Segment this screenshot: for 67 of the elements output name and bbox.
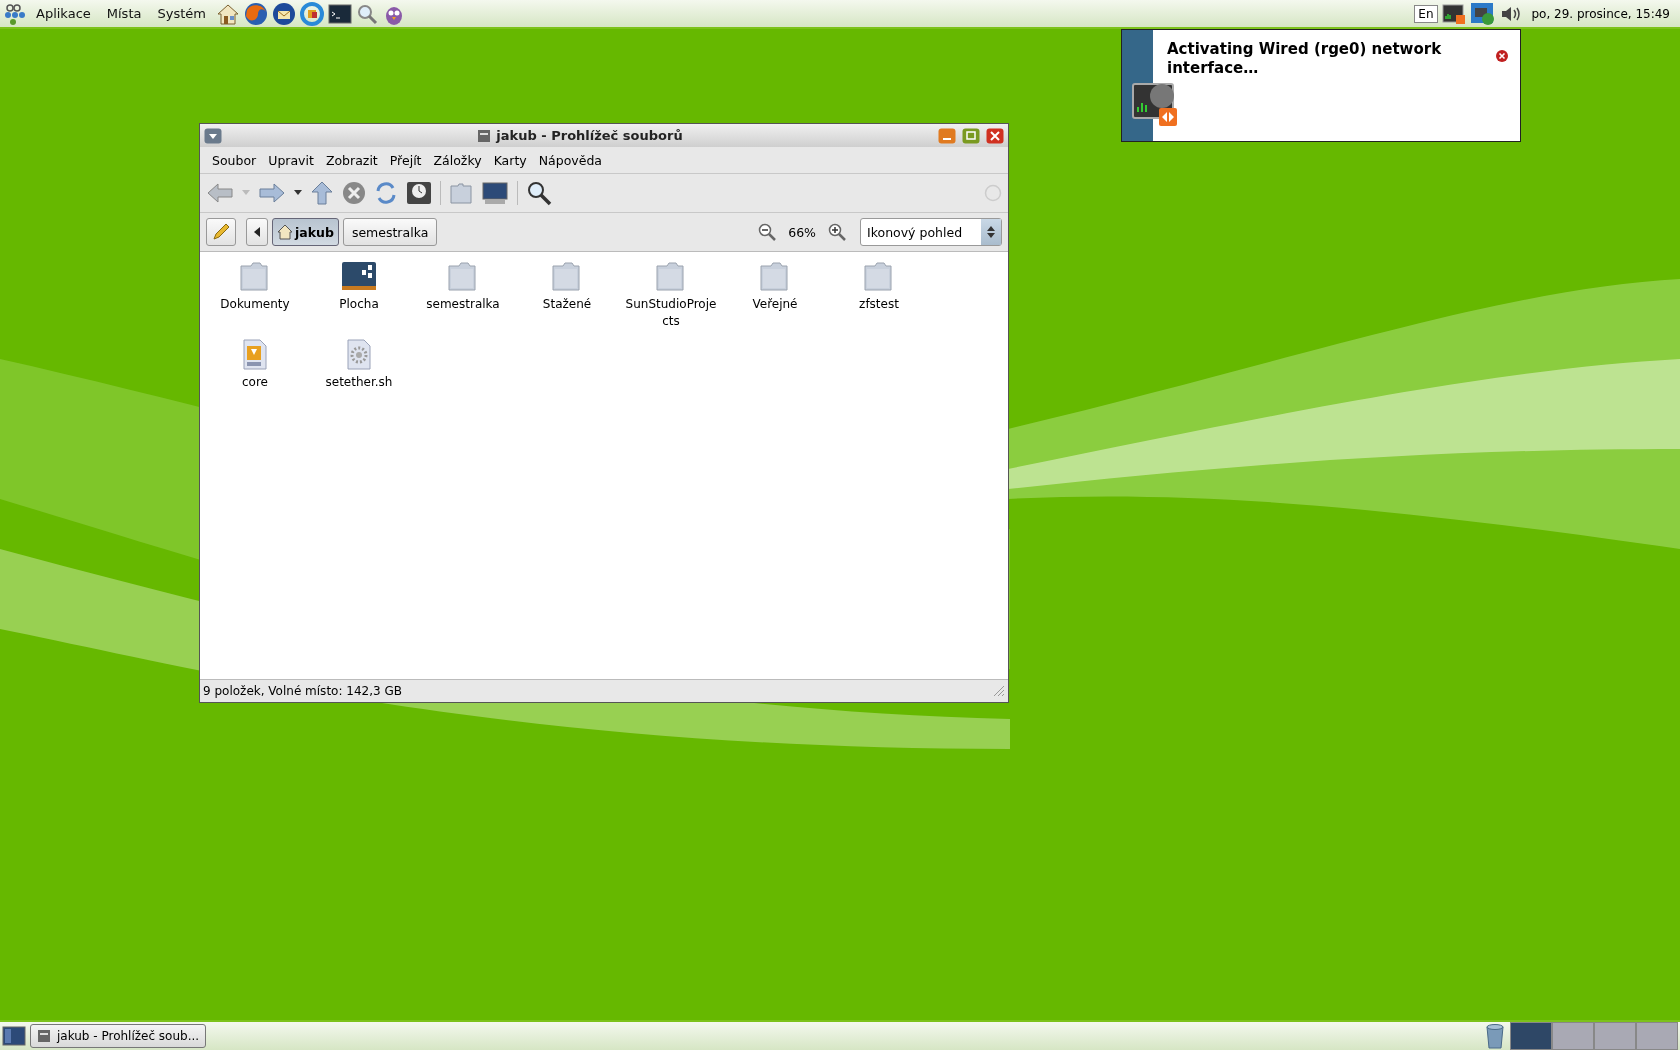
path-back-button[interactable] <box>246 218 268 246</box>
network-monitor-icon <box>1132 82 1178 128</box>
zoom-in-icon[interactable] <box>828 223 846 241</box>
spinner-icon <box>984 184 1002 202</box>
status-text: 9 položek, Volné místo: 142,3 GB <box>203 684 402 698</box>
logo-icon[interactable] <box>4 2 26 25</box>
path-button[interactable]: jakub <box>272 218 339 246</box>
terminal-icon[interactable] <box>327 2 352 25</box>
network-connected-icon[interactable] <box>1469 1 1496 26</box>
forward-arrow-icon[interactable] <box>258 181 286 205</box>
network-monitor-icon[interactable] <box>1441 2 1466 25</box>
pencil-icon <box>211 222 231 242</box>
menu-item[interactable]: Přejít <box>383 152 428 168</box>
back-arrow-icon[interactable] <box>206 181 234 205</box>
close-icon[interactable] <box>986 127 1004 144</box>
panel-menu[interactable]: Systém <box>151 6 212 21</box>
panel-menu[interactable]: Aplikace <box>30 6 97 21</box>
maximize-icon[interactable] <box>962 127 980 144</box>
file-name[interactable]: Plocha <box>311 296 407 313</box>
menu-item[interactable]: Zobrazit <box>319 152 384 168</box>
stop-icon[interactable] <box>342 181 366 205</box>
home-icon <box>277 224 293 240</box>
resize-grip-icon[interactable] <box>993 685 1005 697</box>
menu-item[interactable]: Karty <box>487 152 533 168</box>
panel-menu[interactable]: Místa <box>100 6 148 21</box>
zoom-out-icon[interactable] <box>758 223 777 241</box>
show-desktop-icon[interactable] <box>2 1025 26 1047</box>
file-name[interactable]: zfstest <box>831 296 927 313</box>
cabinet-icon <box>37 1029 51 1043</box>
workspace-thumbnail[interactable] <box>1636 1022 1678 1050</box>
menu-item[interactable]: Soubor <box>206 152 263 168</box>
taskbar-button[interactable]: jakub - Prohlížeč soub... <box>30 1024 206 1048</box>
workspace-thumbnail[interactable] <box>1552 1022 1594 1050</box>
trash-icon[interactable] <box>1484 1023 1506 1049</box>
clock[interactable]: po, 29. prosince, 15:49 <box>1525 6 1676 21</box>
dropdown-caret-icon[interactable] <box>294 190 302 196</box>
up-arrow-icon[interactable] <box>310 180 334 206</box>
left-caret-icon <box>254 227 260 237</box>
file-name[interactable]: core <box>207 374 303 391</box>
update-icon[interactable] <box>299 1 324 26</box>
workspace-thumbnail[interactable] <box>1510 1022 1552 1050</box>
file-name[interactable]: Dokumenty <box>207 296 303 313</box>
computer-icon[interactable] <box>481 181 509 205</box>
close-icon[interactable] <box>1496 50 1508 62</box>
menu-item[interactable]: Záložky <box>427 152 488 168</box>
file-name[interactable]: setether.sh <box>311 374 407 391</box>
notification-message: Activating Wired (rge0) network interface… <box>1167 40 1443 78</box>
path-button[interactable]: semestralka <box>342 218 438 246</box>
menu-item[interactable]: Upravit <box>262 152 320 168</box>
edit-location-button[interactable] <box>206 218 236 246</box>
file-name[interactable]: Stažené <box>519 296 615 313</box>
cabinet-icon <box>477 128 492 143</box>
file-name[interactable]: Veřejné <box>727 296 823 313</box>
minimize-icon[interactable] <box>938 127 956 144</box>
workspace-thumbnail[interactable] <box>1594 1022 1636 1050</box>
window-title: jakub - Prohlížeč souborů <box>496 128 683 143</box>
zoom-level: 66% <box>787 224 817 240</box>
keyboard-layout-indicator[interactable]: En <box>1414 4 1438 23</box>
history-clock-icon[interactable] <box>406 181 432 205</box>
search-icon[interactable] <box>526 180 552 206</box>
menu-item[interactable]: Nápověda <box>532 152 608 168</box>
up-down-arrows-icon <box>987 226 995 238</box>
reload-icon[interactable] <box>374 181 398 205</box>
file-name[interactable]: SunStudioProjects <box>623 296 719 330</box>
view-mode-dropdown[interactable]: Ikonový pohled <box>860 218 1002 246</box>
window-menu-icon[interactable] <box>204 127 222 144</box>
file-name[interactable]: semestralka <box>415 296 511 313</box>
